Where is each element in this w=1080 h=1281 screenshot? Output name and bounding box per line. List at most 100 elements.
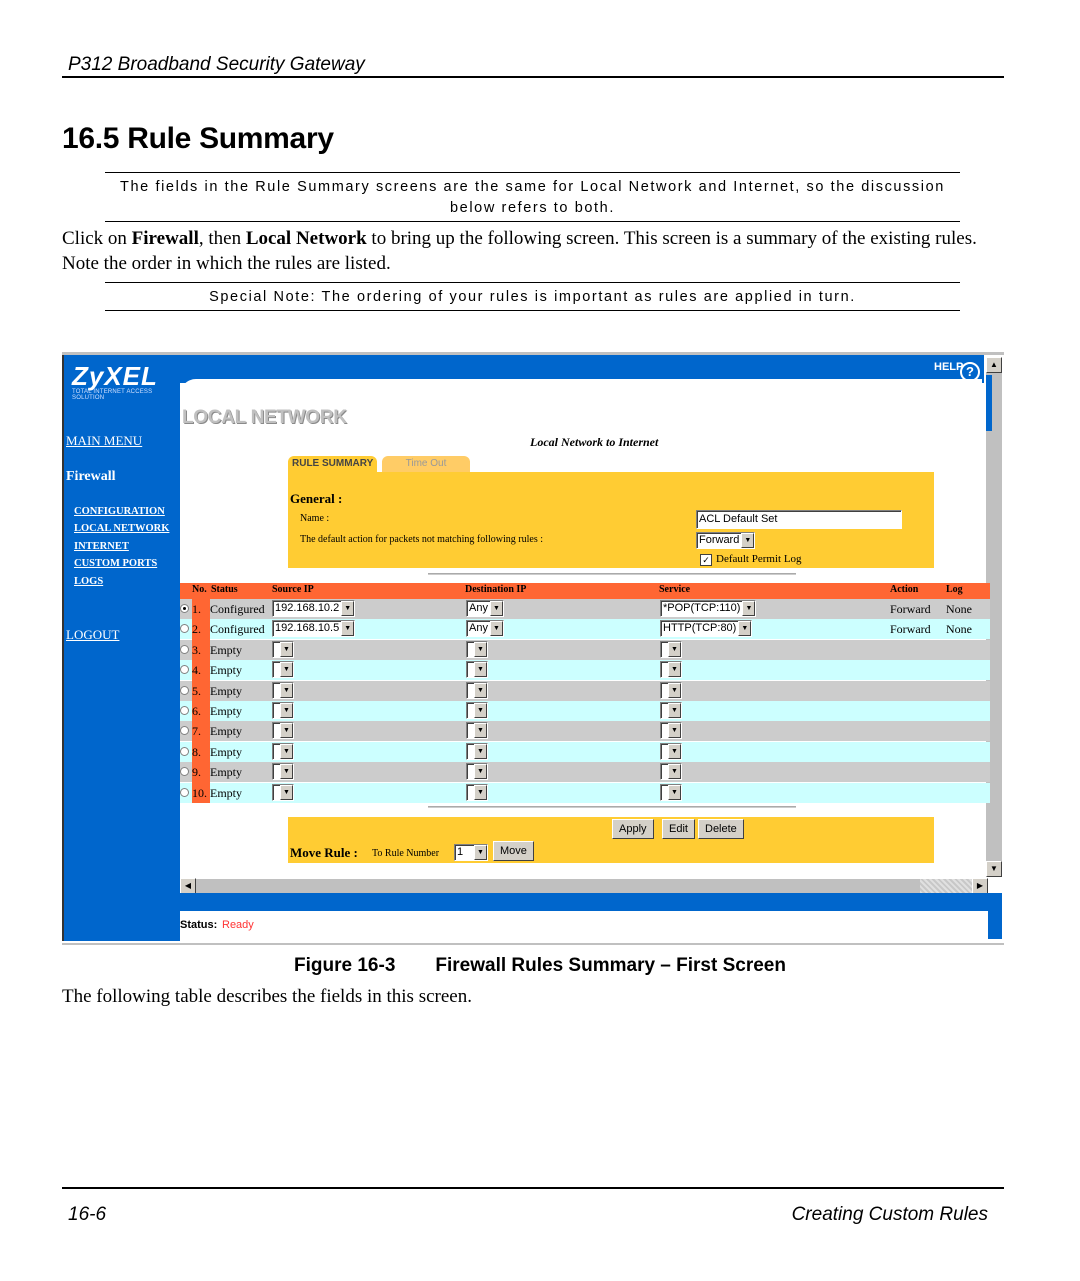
source-ip-select[interactable]: ▼ — [272, 742, 294, 760]
rule-log: None — [946, 622, 972, 637]
destination-ip-select[interactable]: Any ▼ — [466, 620, 504, 638]
destination-ip-select[interactable]: ▼ — [466, 722, 488, 740]
move-button[interactable]: Move — [493, 841, 534, 861]
rule-select-radio[interactable] — [180, 685, 189, 695]
destination-ip-select[interactable]: Any ▼ — [466, 600, 504, 617]
delete-button[interactable]: Delete — [698, 819, 744, 839]
source-ip-select[interactable]: 192.168.10.5 ▼ — [272, 620, 356, 638]
source-ip-select[interactable]: ▼ — [272, 722, 294, 740]
destination-ip-select[interactable]: ▼ — [466, 763, 488, 781]
service-select[interactable]: ▼ — [660, 681, 682, 699]
source-ip-select[interactable]: ▼ — [272, 640, 294, 658]
source-ip-select[interactable]: 192.168.10.2 ▼ — [272, 600, 356, 617]
name-input[interactable]: ACL Default Set — [696, 510, 902, 529]
source-ip-select[interactable]: ▼ — [272, 702, 294, 719]
chevron-down-icon[interactable]: ▼ — [741, 533, 755, 548]
chevron-down-icon[interactable]: ▼ — [668, 723, 681, 739]
service-select[interactable]: ▼ — [660, 661, 682, 679]
rule-select-radio[interactable] — [180, 746, 189, 756]
chevron-down-icon[interactable]: ▼ — [280, 662, 293, 678]
sidebar-item-custom-ports[interactable]: CUSTOM PORTS — [74, 558, 157, 569]
rule-select-radio[interactable] — [180, 644, 189, 654]
destination-ip-select[interactable]: ▼ — [466, 661, 488, 679]
destination-ip-select[interactable]: ▼ — [466, 640, 488, 658]
general-title: General : — [290, 491, 343, 506]
tab-time-out[interactable]: Time Out — [382, 456, 470, 472]
chevron-down-icon[interactable]: ▼ — [474, 845, 487, 860]
scroll-left-icon[interactable]: ◀ — [180, 878, 196, 894]
chevron-down-icon[interactable]: ▼ — [668, 641, 681, 657]
chevron-down-icon[interactable]: ▼ — [738, 621, 752, 637]
chevron-down-icon[interactable]: ▼ — [742, 601, 756, 616]
rule-select-radio[interactable] — [180, 604, 189, 613]
scroll-track[interactable] — [920, 879, 974, 893]
chevron-down-icon[interactable]: ▼ — [280, 682, 293, 698]
main-menu-link[interactable]: MAIN MENU — [66, 433, 142, 449]
chevron-down-icon[interactable]: ▼ — [341, 601, 355, 616]
service-select[interactable]: HTTP(TCP:80) ▼ — [660, 620, 753, 638]
chevron-down-icon[interactable]: ▼ — [474, 682, 487, 698]
chevron-down-icon[interactable]: ▼ — [280, 764, 293, 780]
rule-select-radio[interactable] — [180, 787, 189, 797]
rule-select-radio[interactable] — [180, 624, 189, 634]
chevron-down-icon[interactable]: ▼ — [280, 703, 293, 718]
rule-select-radio[interactable] — [180, 767, 189, 777]
default-permit-log-checkbox[interactable]: ✓ — [700, 554, 712, 566]
rule-select-radio[interactable] — [180, 706, 189, 715]
source-ip-select[interactable]: ▼ — [272, 763, 294, 781]
rule-select-radio[interactable] — [180, 726, 189, 736]
destination-ip-select[interactable]: ▼ — [466, 783, 488, 801]
chevron-down-icon[interactable]: ▼ — [489, 601, 503, 616]
sidebar-item-logs[interactable]: LOGS — [74, 576, 103, 587]
rule-number-select[interactable]: 1 ▼ — [454, 844, 488, 861]
chevron-down-icon[interactable]: ▼ — [474, 703, 487, 718]
chevron-down-icon[interactable]: ▼ — [668, 682, 681, 698]
chevron-down-icon[interactable]: ▼ — [280, 641, 293, 657]
chevron-down-icon[interactable]: ▼ — [280, 723, 293, 739]
chevron-down-icon[interactable]: ▼ — [668, 743, 681, 759]
chevron-down-icon[interactable]: ▼ — [474, 641, 487, 657]
chevron-down-icon[interactable]: ▼ — [668, 662, 681, 678]
service-select[interactable]: ▼ — [660, 742, 682, 760]
horizontal-scrollbar[interactable]: ◀ ▶ — [180, 878, 988, 894]
sidebar-item-internet[interactable]: INTERNET — [74, 541, 129, 552]
destination-ip-select[interactable]: ▼ — [466, 681, 488, 699]
destination-ip-select[interactable]: ▼ — [466, 702, 488, 719]
chevron-down-icon[interactable]: ▼ — [474, 784, 487, 800]
chevron-down-icon[interactable]: ▼ — [668, 784, 681, 800]
service-select[interactable]: ▼ — [660, 702, 682, 719]
chevron-down-icon[interactable]: ▼ — [280, 784, 293, 800]
chevron-down-icon[interactable]: ▼ — [474, 743, 487, 759]
service-select[interactable]: *POP(TCP:110) ▼ — [660, 600, 757, 617]
chevron-down-icon[interactable]: ▼ — [668, 703, 681, 718]
sidebar-item-configuration[interactable]: CONFIGURATION — [74, 506, 165, 517]
chevron-down-icon[interactable]: ▼ — [280, 743, 293, 759]
chevron-down-icon[interactable]: ▼ — [489, 621, 503, 637]
service-select[interactable]: ▼ — [660, 783, 682, 801]
chevron-down-icon[interactable]: ▼ — [341, 621, 355, 637]
chevron-down-icon[interactable]: ▼ — [668, 764, 681, 780]
logout-link[interactable]: LOGOUT — [66, 627, 119, 643]
service-select[interactable]: ▼ — [660, 640, 682, 658]
service-select[interactable]: ▼ — [660, 722, 682, 740]
sidebar-item-local-network[interactable]: LOCAL NETWORK — [74, 523, 169, 534]
scroll-thumb[interactable] — [986, 375, 992, 431]
apply-button[interactable]: Apply — [612, 819, 654, 839]
scroll-right-icon[interactable]: ▶ — [972, 878, 988, 894]
edit-button[interactable]: Edit — [662, 819, 695, 839]
default-action-select[interactable]: Forward ▼ — [696, 532, 756, 549]
source-ip-select[interactable]: ▼ — [272, 661, 294, 679]
tab-rule-summary[interactable]: RULE SUMMARY — [288, 456, 378, 472]
chevron-down-icon[interactable]: ▼ — [474, 764, 487, 780]
source-ip-select[interactable]: ▼ — [272, 681, 294, 699]
destination-ip-select[interactable]: ▼ — [466, 742, 488, 760]
scroll-up-icon[interactable]: ▲ — [986, 357, 1002, 373]
help-link[interactable]: HELP — [934, 361, 963, 373]
chevron-down-icon[interactable]: ▼ — [474, 723, 487, 739]
rule-select-radio[interactable] — [180, 665, 189, 675]
source-ip-select[interactable]: ▼ — [272, 783, 294, 801]
service-select[interactable]: ▼ — [660, 763, 682, 781]
scroll-down-icon[interactable]: ▼ — [986, 861, 1002, 877]
help-icon[interactable]: ? — [960, 362, 980, 382]
chevron-down-icon[interactable]: ▼ — [474, 662, 487, 678]
